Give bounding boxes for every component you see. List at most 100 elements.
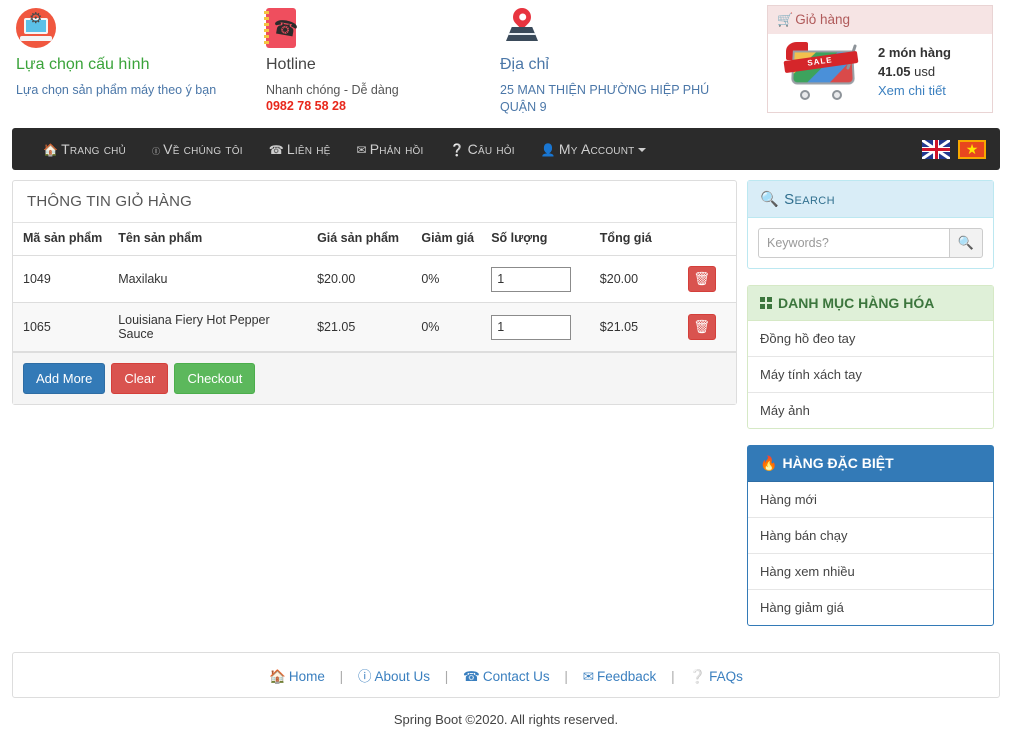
- nav-item-home[interactable]: 🏠 Trang chủ: [30, 128, 139, 171]
- footer-link-about-label: About Us: [374, 669, 430, 684]
- nav-items: 🏠 Trang chủ ⓘ Về chúng tôi ☎ Liên hệ ✉ Phản …: [12, 128, 659, 171]
- feature-hotline-title: Hotline: [266, 56, 316, 73]
- cell-code: 1049: [13, 255, 109, 303]
- list-item[interactable]: Hàng xem nhiều: [748, 554, 993, 590]
- header-bar: ⚙ Lựa chọn cấu hình Lựa chọn sản phẩm má…: [0, 0, 1012, 128]
- question-icon: ❔: [689, 669, 707, 684]
- quantity-input[interactable]: [491, 314, 572, 340]
- search-panel: 🔍Search 🔍: [747, 180, 994, 269]
- search-panel-title: Search: [784, 191, 835, 208]
- footer-link-about[interactable]: ⓘ About Us: [358, 669, 430, 684]
- cart-actions: Add More Clear Checkout: [13, 352, 736, 404]
- footer-links: 🏠 Home | ⓘ About Us | ☎ Contact Us | ✉ Feedb…: [12, 652, 1000, 698]
- cell-name: Louisiana Fiery Hot Pepper Sauce: [108, 302, 308, 352]
- cell-total: $21.05: [589, 302, 678, 352]
- fire-icon: 🔥: [760, 455, 778, 471]
- feature-hotline-sub: Nhanh chóng - Dễ dàng: [266, 83, 399, 97]
- nav-item-contact[interactable]: ☎ Liên hệ: [256, 128, 344, 171]
- list-item[interactable]: Máy ảnh: [748, 393, 993, 428]
- footer-link-faqs-label: FAQs: [709, 669, 743, 684]
- cart-widget-body: SALE 2 món hàng 41.05 usd Xem chi tiết: [768, 34, 992, 112]
- cart-widget-items: 2 món hàng: [878, 44, 951, 60]
- list-item[interactable]: Hàng mới: [748, 482, 993, 518]
- nav-item-contact-label: Liên hệ: [286, 140, 331, 157]
- cart-column: THÔNG TIN GIỎ HÀNG Mã sản phẩm Tên sản p…: [12, 180, 737, 421]
- question-icon: ❔: [449, 142, 465, 157]
- feature-address: Địa chỉ 25 MAN THIỆN PHƯỜNG HIỆP PHÚ QUẬ…: [500, 4, 750, 116]
- search-panel-header: 🔍 Search: [748, 181, 993, 218]
- user-icon: 👤: [540, 142, 556, 157]
- special-panel: 🔥 HÀNG ĐẶC BIỆT Hàng mới Hàng bán chạy Hà…: [747, 445, 994, 626]
- checkout-button[interactable]: Checkout: [174, 363, 256, 394]
- footer-link-contact-label: Contact Us: [482, 669, 550, 684]
- nav-item-home-label: Trang chủ: [61, 140, 126, 157]
- nav-item-my-account-label: My Account: [558, 140, 635, 157]
- cell-price: $21.05: [307, 302, 412, 352]
- home-icon: 🏠: [43, 142, 59, 157]
- envelope-icon: ✉: [356, 142, 367, 157]
- cell-discount: 0%: [411, 302, 482, 352]
- table-row: 1049 Maxilaku $20.00 0% $20.00 🗑: [13, 255, 736, 303]
- cell-actions: 🗑: [677, 302, 736, 352]
- cart-widget-total: 41.05: [878, 63, 911, 79]
- footer-link-home[interactable]: 🏠 Home: [269, 669, 325, 684]
- list-item[interactable]: Đồng hồ đeo tay: [748, 321, 993, 357]
- search-submit-button[interactable]: 🔍: [949, 228, 983, 258]
- table-row: 1065 Louisiana Fiery Hot Pepper Sauce $2…: [13, 302, 736, 352]
- footer-link-faqs[interactable]: ❔ FAQs: [689, 669, 743, 684]
- info-icon: ⓘ: [151, 142, 161, 157]
- cart-widget-currency: usd: [914, 63, 936, 79]
- cell-actions: 🗑: [677, 255, 736, 303]
- nav-item-feedback[interactable]: ✉ Phản hồi: [344, 128, 437, 171]
- categories-list: Đồng hồ đeo tay Máy tính xách tay Máy ản…: [748, 321, 993, 428]
- delete-row-button[interactable]: 🗑: [687, 266, 716, 292]
- special-panel-header: 🔥 HÀNG ĐẶC BIỆT: [748, 446, 993, 482]
- footer-separator: |: [339, 669, 344, 684]
- cell-discount: 0%: [411, 255, 482, 303]
- feature-address-line1: 25 MAN THIỆN PHƯỜNG HIỆP PHÚ: [500, 83, 710, 97]
- footer-separator: |: [564, 669, 568, 684]
- table-header-row: Mã sản phẩm Tên sản phẩm Giá sản phẩm Gi…: [13, 223, 736, 256]
- delete-row-button[interactable]: 🗑: [687, 314, 716, 340]
- info-icon: ⓘ: [357, 669, 372, 684]
- trash-icon: 🗑: [693, 271, 710, 286]
- cell-code: 1065: [13, 302, 109, 352]
- cart-widget-title: Giỏ hàng: [795, 12, 850, 27]
- phonebook-icon: ☎: [264, 8, 500, 52]
- main-navbar: 🏠 Trang chủ ⓘ Về chúng tôi ☎ Liên hệ ✉ Phản …: [12, 128, 1000, 170]
- nav-item-faq[interactable]: ❔ Câu hỏi: [437, 128, 528, 171]
- list-item[interactable]: Hàng bán chạy: [748, 518, 993, 554]
- language-switcher: ★: [922, 139, 1000, 159]
- footer-link-feedback[interactable]: ✉ Feedback: [583, 669, 657, 684]
- col-header-code: Mã sản phẩm: [13, 223, 109, 256]
- quantity-input[interactable]: [491, 266, 572, 292]
- flag-uk-icon[interactable]: [922, 139, 950, 159]
- nav-item-my-account[interactable]: 👤 My Account: [528, 128, 660, 171]
- cart-widget-detail-link[interactable]: Xem chi tiết: [878, 81, 951, 100]
- cart-widget-header: 🛒 Giỏ hàng: [768, 6, 992, 34]
- search-input[interactable]: [758, 228, 949, 258]
- envelope-icon: ✉: [582, 669, 594, 684]
- feature-config: ⚙ Lựa chọn cấu hình Lựa chọn sản phẩm má…: [0, 4, 250, 99]
- add-more-button[interactable]: Add More: [23, 363, 106, 394]
- clear-button[interactable]: Clear: [111, 363, 169, 394]
- col-header-price: Giá sản phẩm: [307, 223, 412, 256]
- footer-separator: |: [444, 669, 449, 684]
- hotline-number: 0982 78 58 28: [266, 99, 346, 113]
- flag-vn-icon[interactable]: ★: [958, 139, 986, 159]
- grid-icon: [760, 297, 772, 309]
- home-icon: 🏠: [269, 669, 286, 684]
- feature-hotline: ☎ Hotline Nhanh chóng - Dễ dàng 0982 78 …: [250, 4, 500, 113]
- list-item[interactable]: Máy tính xách tay: [748, 357, 993, 393]
- col-header-total: Tổng giá: [589, 223, 678, 256]
- nav-item-about[interactable]: ⓘ Về chúng tôi: [139, 128, 256, 171]
- page-footer: 🏠 Home | ⓘ About Us | ☎ Contact Us | ✉ Feedb…: [12, 652, 1000, 727]
- page-title: THÔNG TIN GIỎ HÀNG: [13, 181, 736, 223]
- categories-panel: DANH MỤC HÀNG HÓA Đồng hồ đeo tay Máy tí…: [747, 285, 994, 429]
- list-item[interactable]: Hàng giảm giá: [748, 590, 993, 625]
- phone-icon: ☎: [463, 669, 480, 684]
- feature-address-line2: QUẬN 9: [500, 100, 547, 114]
- cell-qty: [481, 255, 590, 303]
- search-icon: 🔍: [760, 191, 780, 208]
- footer-link-contact[interactable]: ☎ Contact Us: [463, 669, 550, 684]
